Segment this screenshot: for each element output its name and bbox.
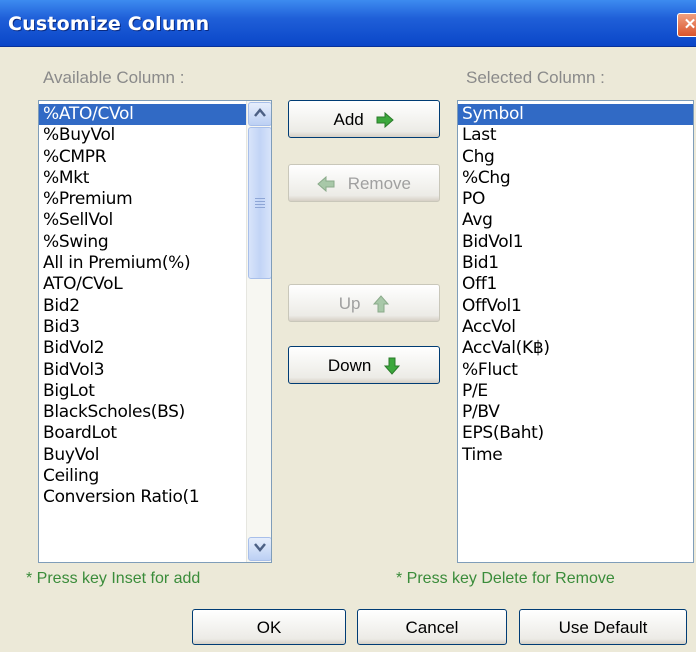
list-item[interactable]: Avg (458, 210, 693, 231)
list-item[interactable]: BidVol2 (39, 338, 246, 359)
ok-button-label: OK (256, 617, 282, 637)
cancel-button-label: Cancel (405, 617, 459, 637)
list-item[interactable]: Ceiling (39, 466, 246, 487)
green-left-arrow-icon (317, 175, 335, 192)
list-item[interactable]: Bid2 (39, 296, 246, 317)
use-default-button[interactable]: Use Default (519, 609, 687, 645)
available-column-list[interactable]: %ATO/CVol %BuyVol %CMPR %Mkt %Premium %SellVo… (38, 100, 272, 563)
window-title: Customize Column (8, 13, 210, 35)
add-button-label: Add (333, 109, 364, 129)
list-item[interactable]: AccVal(K฿) (458, 338, 693, 359)
list-item[interactable]: %Chg (458, 168, 693, 189)
list-item[interactable]: %Swing (39, 232, 246, 253)
list-item[interactable]: Bid3 (39, 317, 246, 338)
available-column-label: Available Column : (43, 68, 185, 87)
scroll-down-button[interactable] (248, 537, 271, 561)
down-button-label: Down (327, 355, 372, 375)
list-item[interactable]: All in Premium(%) (39, 253, 246, 274)
close-icon: ✕ (683, 16, 696, 33)
list-item[interactable]: Off1 (458, 274, 693, 295)
list-item[interactable]: %Premium (39, 189, 246, 210)
scroll-thumb[interactable] (248, 127, 271, 279)
cancel-button[interactable]: Cancel (357, 609, 507, 645)
list-item[interactable]: BidVol3 (39, 360, 246, 381)
selected-column-label: Selected Column : (466, 68, 605, 87)
down-button[interactable]: Down (288, 346, 440, 384)
list-item[interactable]: ATO/CVoL (39, 274, 246, 295)
list-item[interactable]: BlackScholes(BS) (39, 402, 246, 423)
list-item[interactable]: OffVol1 (458, 296, 693, 317)
up-button-label: Up (338, 293, 361, 313)
available-list-scrollbar[interactable] (246, 101, 271, 562)
list-item[interactable]: Symbol (458, 104, 693, 126)
list-item[interactable]: EPS(Baht) (458, 423, 693, 444)
up-button[interactable]: Up (288, 284, 440, 322)
list-item[interactable]: BuyVol (39, 445, 246, 466)
list-item[interactable]: Bid1 (458, 253, 693, 274)
green-down-arrow-icon (384, 357, 401, 375)
list-item[interactable]: BigLot (39, 381, 246, 402)
scroll-up-button[interactable] (248, 102, 271, 126)
list-item[interactable]: %Mkt (39, 168, 246, 189)
list-item[interactable]: Conversion Ratio(1 (39, 487, 246, 508)
list-item[interactable]: AccVol (458, 317, 693, 338)
add-button[interactable]: Add (288, 100, 440, 138)
dialog-body: Available Column : Selected Column : %AT… (0, 47, 696, 652)
use-default-button-label: Use Default (558, 617, 648, 637)
chevron-down-icon (254, 543, 266, 552)
title-bar[interactable]: Customize Column ✕ (0, 0, 696, 47)
selected-column-list[interactable]: Symbol Last Chg %Chg PO Avg BidVol1 Bid1 Off1 Off… (457, 100, 694, 563)
list-item[interactable]: PO (458, 189, 693, 210)
chevron-up-icon (254, 108, 266, 117)
list-item[interactable]: %SellVol (39, 210, 246, 231)
list-item[interactable]: Chg (458, 147, 693, 168)
list-item[interactable]: BoardLot (39, 423, 246, 444)
green-up-arrow-icon (373, 294, 390, 313)
ok-button[interactable]: OK (192, 609, 346, 645)
remove-button[interactable]: Remove (288, 164, 440, 202)
list-item[interactable]: Time (458, 445, 693, 466)
list-item[interactable]: %ATO/CVol (39, 104, 246, 126)
remove-hint: * Press key Delete for Remove (396, 570, 615, 587)
remove-button-label: Remove (347, 173, 412, 193)
list-item[interactable]: P/BV (458, 402, 693, 423)
list-item[interactable]: %CMPR (39, 147, 246, 168)
list-item[interactable]: Last (458, 125, 693, 146)
add-hint: * Press key Inset for add (26, 570, 201, 587)
list-item[interactable]: P/E (458, 381, 693, 402)
green-right-arrow-icon (376, 111, 395, 128)
list-item[interactable]: %Fluct (458, 360, 693, 381)
list-item[interactable]: BidVol1 (458, 232, 693, 253)
list-item[interactable]: %BuyVol (39, 125, 246, 146)
close-button[interactable]: ✕ (677, 13, 696, 37)
